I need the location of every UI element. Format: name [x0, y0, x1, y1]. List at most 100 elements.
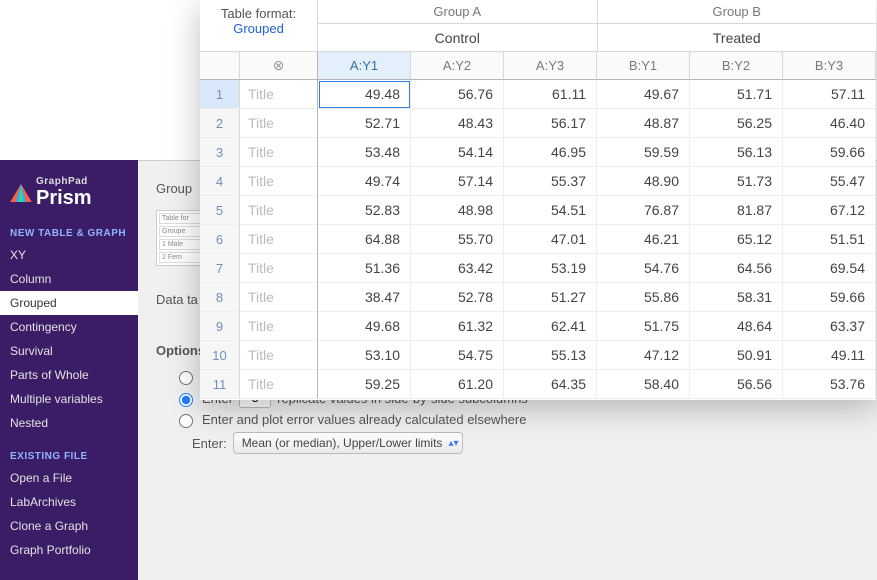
data-cell[interactable]: 57.14 — [411, 167, 504, 196]
table-format-value[interactable]: Grouped — [200, 21, 317, 36]
sidebar-item-nested[interactable]: Nested — [0, 411, 138, 435]
data-cell[interactable]: 65.12 — [690, 225, 783, 254]
data-cell[interactable]: 46.95 — [504, 138, 597, 167]
data-cell[interactable]: 58.31 — [690, 283, 783, 312]
sidebar-item-parts-of-whole[interactable]: Parts of Whole — [0, 363, 138, 387]
group-b-name[interactable]: Treated — [598, 24, 877, 52]
option-error-values[interactable]: Enter and plot error values already calc… — [174, 411, 859, 428]
sidebar-item-graph-portfolio[interactable]: Graph Portfolio — [0, 538, 138, 562]
data-cell[interactable]: 51.75 — [597, 312, 690, 341]
data-cell[interactable]: 54.75 — [411, 341, 504, 370]
group-a-name[interactable]: Control — [318, 24, 598, 52]
data-cell[interactable]: 47.01 — [504, 225, 597, 254]
row-title[interactable]: Title — [240, 80, 318, 109]
radio-replicates[interactable] — [179, 393, 193, 407]
row-title[interactable]: Title — [240, 138, 318, 167]
data-cell[interactable]: 58.40 — [597, 370, 690, 399]
data-cell[interactable]: 54.14 — [411, 138, 504, 167]
row-title[interactable]: Title — [240, 341, 318, 370]
data-cell[interactable]: 48.64 — [690, 312, 783, 341]
data-cell[interactable]: 62.41 — [504, 312, 597, 341]
data-cell[interactable]: 56.17 — [504, 109, 597, 138]
row-title[interactable]: Title — [240, 283, 318, 312]
row-title[interactable]: Title — [240, 167, 318, 196]
data-cell[interactable]: 59.25 — [318, 370, 411, 399]
data-cell[interactable]: 51.36 — [318, 254, 411, 283]
subcol-header[interactable]: B:Y2 — [690, 52, 783, 80]
data-cell[interactable]: 38.47 — [318, 283, 411, 312]
data-cell[interactable]: 46.40 — [783, 109, 876, 138]
row-number[interactable]: 8 — [200, 283, 240, 312]
error-format-combo[interactable]: Mean (or median), Upper/Lower limits ▴▾ — [233, 432, 464, 454]
data-cell[interactable]: 48.90 — [597, 167, 690, 196]
data-cell[interactable]: 56.25 — [690, 109, 783, 138]
data-cell[interactable]: 53.76 — [783, 370, 876, 399]
data-cell[interactable]: 55.13 — [504, 341, 597, 370]
row-number[interactable]: 11 — [200, 370, 240, 399]
data-cell[interactable]: 69.54 — [783, 254, 876, 283]
clear-icon[interactable]: ⊗ — [273, 57, 285, 74]
data-cell[interactable]: 55.86 — [597, 283, 690, 312]
data-cell[interactable]: 55.37 — [504, 167, 597, 196]
data-cell[interactable]: 64.88 — [318, 225, 411, 254]
data-cell[interactable]: 57.11 — [783, 80, 876, 109]
sidebar-item-multiple-variables[interactable]: Multiple variables — [0, 387, 138, 411]
sidebar-item-clone-a-graph[interactable]: Clone a Graph — [0, 514, 138, 538]
data-cell[interactable]: 49.67 — [597, 80, 690, 109]
subcol-header[interactable]: B:Y1 — [597, 52, 690, 80]
row-number[interactable]: 1 — [200, 80, 240, 109]
data-cell[interactable]: 51.51 — [783, 225, 876, 254]
sidebar-item-xy[interactable]: XY — [0, 243, 138, 267]
data-cell[interactable]: 61.11 — [504, 80, 597, 109]
subcol-header[interactable]: A:Y3 — [504, 52, 597, 80]
data-cell[interactable]: 64.56 — [690, 254, 783, 283]
subcol-header[interactable]: A:Y2 — [411, 52, 504, 80]
sidebar-item-grouped[interactable]: Grouped — [0, 291, 138, 315]
data-cell[interactable]: 49.68 — [318, 312, 411, 341]
data-cell[interactable]: 48.98 — [411, 196, 504, 225]
row-number[interactable]: 10 — [200, 341, 240, 370]
data-cell[interactable]: 49.48 — [318, 80, 411, 109]
row-title[interactable]: Title — [240, 370, 318, 399]
data-cell[interactable]: 56.13 — [690, 138, 783, 167]
data-cell[interactable]: 55.70 — [411, 225, 504, 254]
data-cell[interactable]: 59.66 — [783, 138, 876, 167]
data-cell[interactable]: 59.59 — [597, 138, 690, 167]
data-cell[interactable]: 56.56 — [690, 370, 783, 399]
data-cell[interactable]: 51.71 — [690, 80, 783, 109]
subcol-header[interactable]: B:Y3 — [783, 52, 876, 80]
data-cell[interactable]: 59.66 — [783, 283, 876, 312]
radio-single-y[interactable] — [179, 371, 193, 385]
data-cell[interactable]: 48.43 — [411, 109, 504, 138]
sidebar-item-survival[interactable]: Survival — [0, 339, 138, 363]
data-cell[interactable]: 54.51 — [504, 196, 597, 225]
row-title[interactable]: Title — [240, 225, 318, 254]
data-cell[interactable]: 52.83 — [318, 196, 411, 225]
subcol-header[interactable]: A:Y1 — [318, 52, 411, 80]
data-cell[interactable]: 47.12 — [597, 341, 690, 370]
row-title[interactable]: Title — [240, 312, 318, 341]
group-b-header[interactable]: Group B — [598, 0, 877, 24]
data-cell[interactable]: 53.48 — [318, 138, 411, 167]
data-cell[interactable]: 63.42 — [411, 254, 504, 283]
data-cell[interactable]: 55.47 — [783, 167, 876, 196]
data-cell[interactable]: 63.37 — [783, 312, 876, 341]
data-cell[interactable]: 51.27 — [504, 283, 597, 312]
sidebar-item-column[interactable]: Column — [0, 267, 138, 291]
data-cell[interactable]: 51.73 — [690, 167, 783, 196]
data-cell[interactable]: 54.76 — [597, 254, 690, 283]
data-cell[interactable]: 52.78 — [411, 283, 504, 312]
data-cell[interactable]: 46.21 — [597, 225, 690, 254]
data-cell[interactable]: 81.87 — [690, 196, 783, 225]
group-a-header[interactable]: Group A — [318, 0, 598, 24]
radio-error-values[interactable] — [179, 414, 193, 428]
data-cell[interactable]: 52.71 — [318, 109, 411, 138]
data-cell[interactable]: 48.87 — [597, 109, 690, 138]
sidebar-item-labarchives[interactable]: LabArchives — [0, 490, 138, 514]
sidebar-item-contingency[interactable]: Contingency — [0, 315, 138, 339]
data-cell[interactable]: 67.12 — [783, 196, 876, 225]
row-number[interactable]: 5 — [200, 196, 240, 225]
row-title[interactable]: Title — [240, 254, 318, 283]
sidebar-item-open-a-file[interactable]: Open a File — [0, 466, 138, 490]
data-cell[interactable]: 56.76 — [411, 80, 504, 109]
